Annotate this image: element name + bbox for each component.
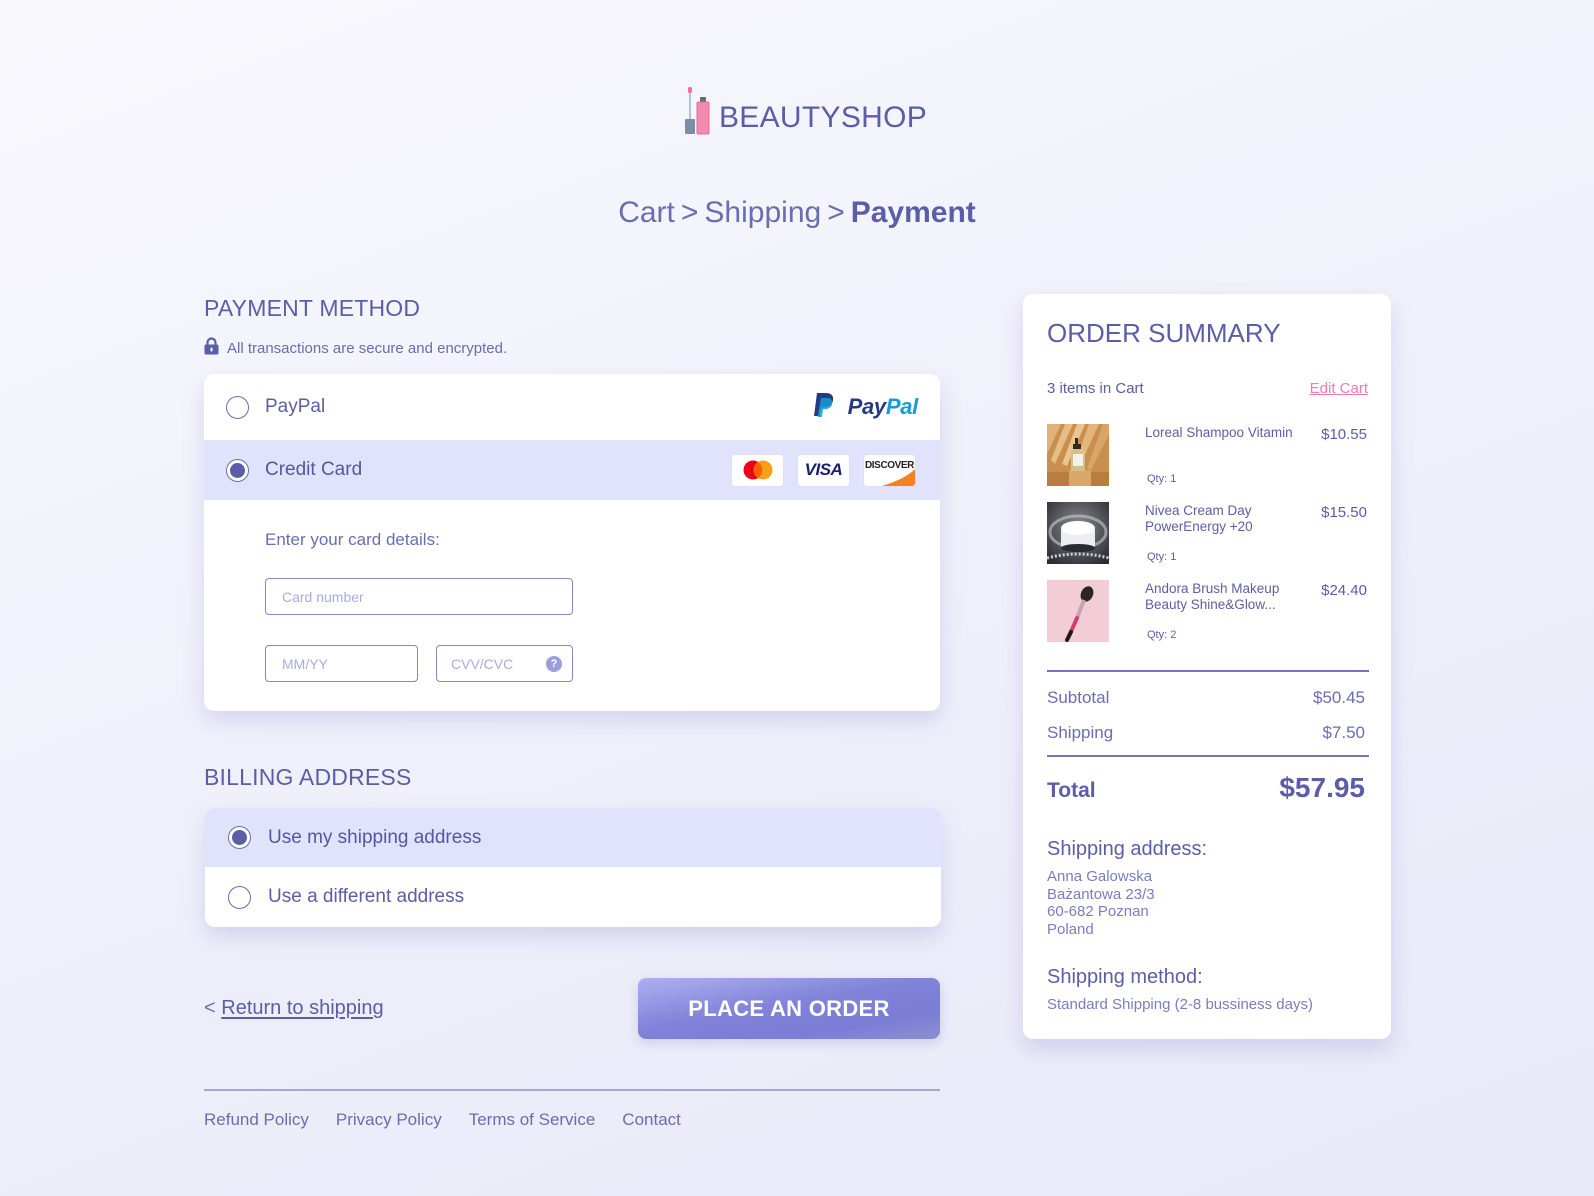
breadcrumb-cart[interactable]: Cart (618, 196, 675, 229)
shipping-row: Shipping $7.50 (1047, 723, 1365, 743)
item-price: $15.50 (1321, 504, 1367, 521)
breadcrumb-payment: Payment (850, 196, 976, 229)
return-chevron: < (204, 997, 216, 1019)
terms-of-service-link[interactable]: Terms of Service (469, 1110, 596, 1130)
card-number-input[interactable]: Card number (265, 578, 573, 615)
total-label: Total (1047, 779, 1096, 802)
item-quantity: Qty: 2 (1147, 629, 1177, 641)
item-quantity: Qty: 1 (1147, 473, 1177, 485)
shipping-method-value: Standard Shipping (2-8 bussiness days) (1047, 996, 1313, 1013)
credit-card-label: Credit Card (265, 459, 363, 480)
total-value: $57.95 (1279, 772, 1365, 803)
cart-item: Nivea Cream Day PowerEnergy +20 Qty: 1 $… (1047, 502, 1369, 566)
place-order-button[interactable]: PLACE AN ORDER (638, 978, 940, 1039)
cart-item-count: 3 items in Cart (1047, 380, 1144, 397)
address-line: 60-682 Poznan (1047, 903, 1149, 920)
paypal-p-icon (813, 392, 835, 423)
billing-address-card: Use my shipping address Use a different … (205, 808, 941, 927)
item-name: Loreal Shampoo Vitamin (1145, 425, 1293, 440)
total-row: Total $57.95 (1047, 772, 1365, 804)
credit-card-radio[interactable] (226, 458, 249, 482)
billing-option-shipping-address[interactable]: Use my shipping address (205, 808, 941, 867)
billing-option-different-address[interactable]: Use a different address (205, 867, 941, 927)
expiry-input[interactable]: MM/YY (265, 645, 418, 682)
privacy-policy-link[interactable]: Privacy Policy (336, 1110, 442, 1130)
lipgloss-logo-icon (683, 87, 711, 135)
cart-item: Loreal Shampoo Vitamin Qty: 1 $10.55 (1047, 424, 1369, 488)
breadcrumb: Cart > Shipping > Payment (0, 196, 1594, 230)
subtotal-value: $50.45 (1313, 688, 1365, 707)
footer-divider (204, 1089, 940, 1091)
visa-icon: VISA (797, 453, 850, 487)
card-details-form: Enter your card details: Card number MM/… (204, 500, 940, 710)
paypal-radio[interactable] (226, 395, 249, 419)
item-name: Andora Brush Makeup Beauty Shine&Glow... (1145, 581, 1280, 612)
payment-option-credit-card[interactable]: Credit Card VISA DISCOVER (204, 440, 940, 500)
subtotal-label: Subtotal (1047, 688, 1110, 707)
cream-jar-image (1047, 502, 1109, 564)
refund-policy-link[interactable]: Refund Policy (204, 1110, 309, 1130)
lock-icon (204, 337, 219, 359)
breadcrumb-separator: > (827, 196, 845, 229)
discover-icon: DISCOVER (863, 453, 916, 487)
address-line: Bażantowa 23/3 (1047, 885, 1155, 903)
shampoo-bottle-image (1047, 424, 1109, 486)
shipping-address-radio[interactable] (228, 826, 251, 849)
item-price: $24.40 (1321, 582, 1367, 599)
contact-link[interactable]: Contact (622, 1110, 681, 1130)
order-summary-title: ORDER SUMMARY (1047, 318, 1281, 348)
card-brand-badges: VISA DISCOVER (731, 453, 916, 487)
makeup-brush-image (1047, 580, 1109, 642)
brand-logo[interactable]: BEAUTYSHOP (683, 87, 927, 135)
return-to-shipping: < Return to shipping (204, 997, 384, 1020)
mastercard-icon (731, 453, 784, 487)
edit-cart-link[interactable]: Edit Cart (1310, 380, 1368, 397)
different-address-label: Use a different address (268, 886, 465, 907)
breadcrumb-shipping[interactable]: Shipping (704, 196, 821, 229)
payment-option-paypal[interactable]: PayPal PayPal (204, 374, 940, 440)
shipping-address: Anna Galowska Bażantowa 23/3 60-682 Pozn… (1047, 868, 1155, 938)
shipping-label: Shipping (1047, 723, 1114, 742)
breadcrumb-separator: > (680, 196, 699, 229)
footer-links: Refund Policy Privacy Policy Terms of Se… (204, 1110, 681, 1130)
cart-item: Andora Brush Makeup Beauty Shine&Glow...… (1047, 580, 1369, 644)
return-to-shipping-link[interactable]: Return to shipping (221, 997, 383, 1019)
order-summary-card: ORDER SUMMARY 3 items in Cart Edit Cart … (1023, 294, 1391, 1039)
shipping-method-title: Shipping method: (1047, 966, 1203, 988)
paypal-label: PayPal (265, 396, 326, 417)
payment-method-title: PAYMENT METHOD (204, 295, 421, 321)
item-price: $10.55 (1321, 426, 1367, 443)
shipping-address-label: Use my shipping address (268, 826, 482, 848)
shipping-address-title: Shipping address: (1047, 838, 1208, 860)
secure-note-text: All transactions are secure and encrypte… (227, 339, 508, 357)
cvv-help-icon[interactable]: ? (546, 655, 562, 672)
cvv-input[interactable]: CVV/CVC ? (436, 645, 573, 682)
summary-divider (1047, 755, 1369, 757)
paypal-wordmark: PayPal (847, 394, 919, 419)
payment-method-card: PayPal PayPal Credit Card VISA DISCOVER … (204, 374, 940, 711)
shipping-value: $7.50 (1322, 723, 1365, 742)
paypal-logo: PayPal (813, 392, 918, 423)
brand-name: BEAUTYSHOP (719, 101, 928, 134)
different-address-radio[interactable] (228, 885, 251, 909)
subtotal-row: Subtotal $50.45 (1047, 688, 1365, 708)
card-details-label: Enter your card details: (265, 530, 440, 549)
item-quantity: Qty: 1 (1147, 551, 1177, 563)
secure-note: All transactions are secure and encrypte… (204, 337, 507, 359)
address-line: Anna Galowska (1047, 868, 1153, 885)
billing-address-title: BILLING ADDRESS (204, 764, 412, 790)
item-name: Nivea Cream Day PowerEnergy +20 (1145, 503, 1253, 534)
address-line: Poland (1047, 920, 1094, 938)
summary-divider (1047, 670, 1369, 672)
